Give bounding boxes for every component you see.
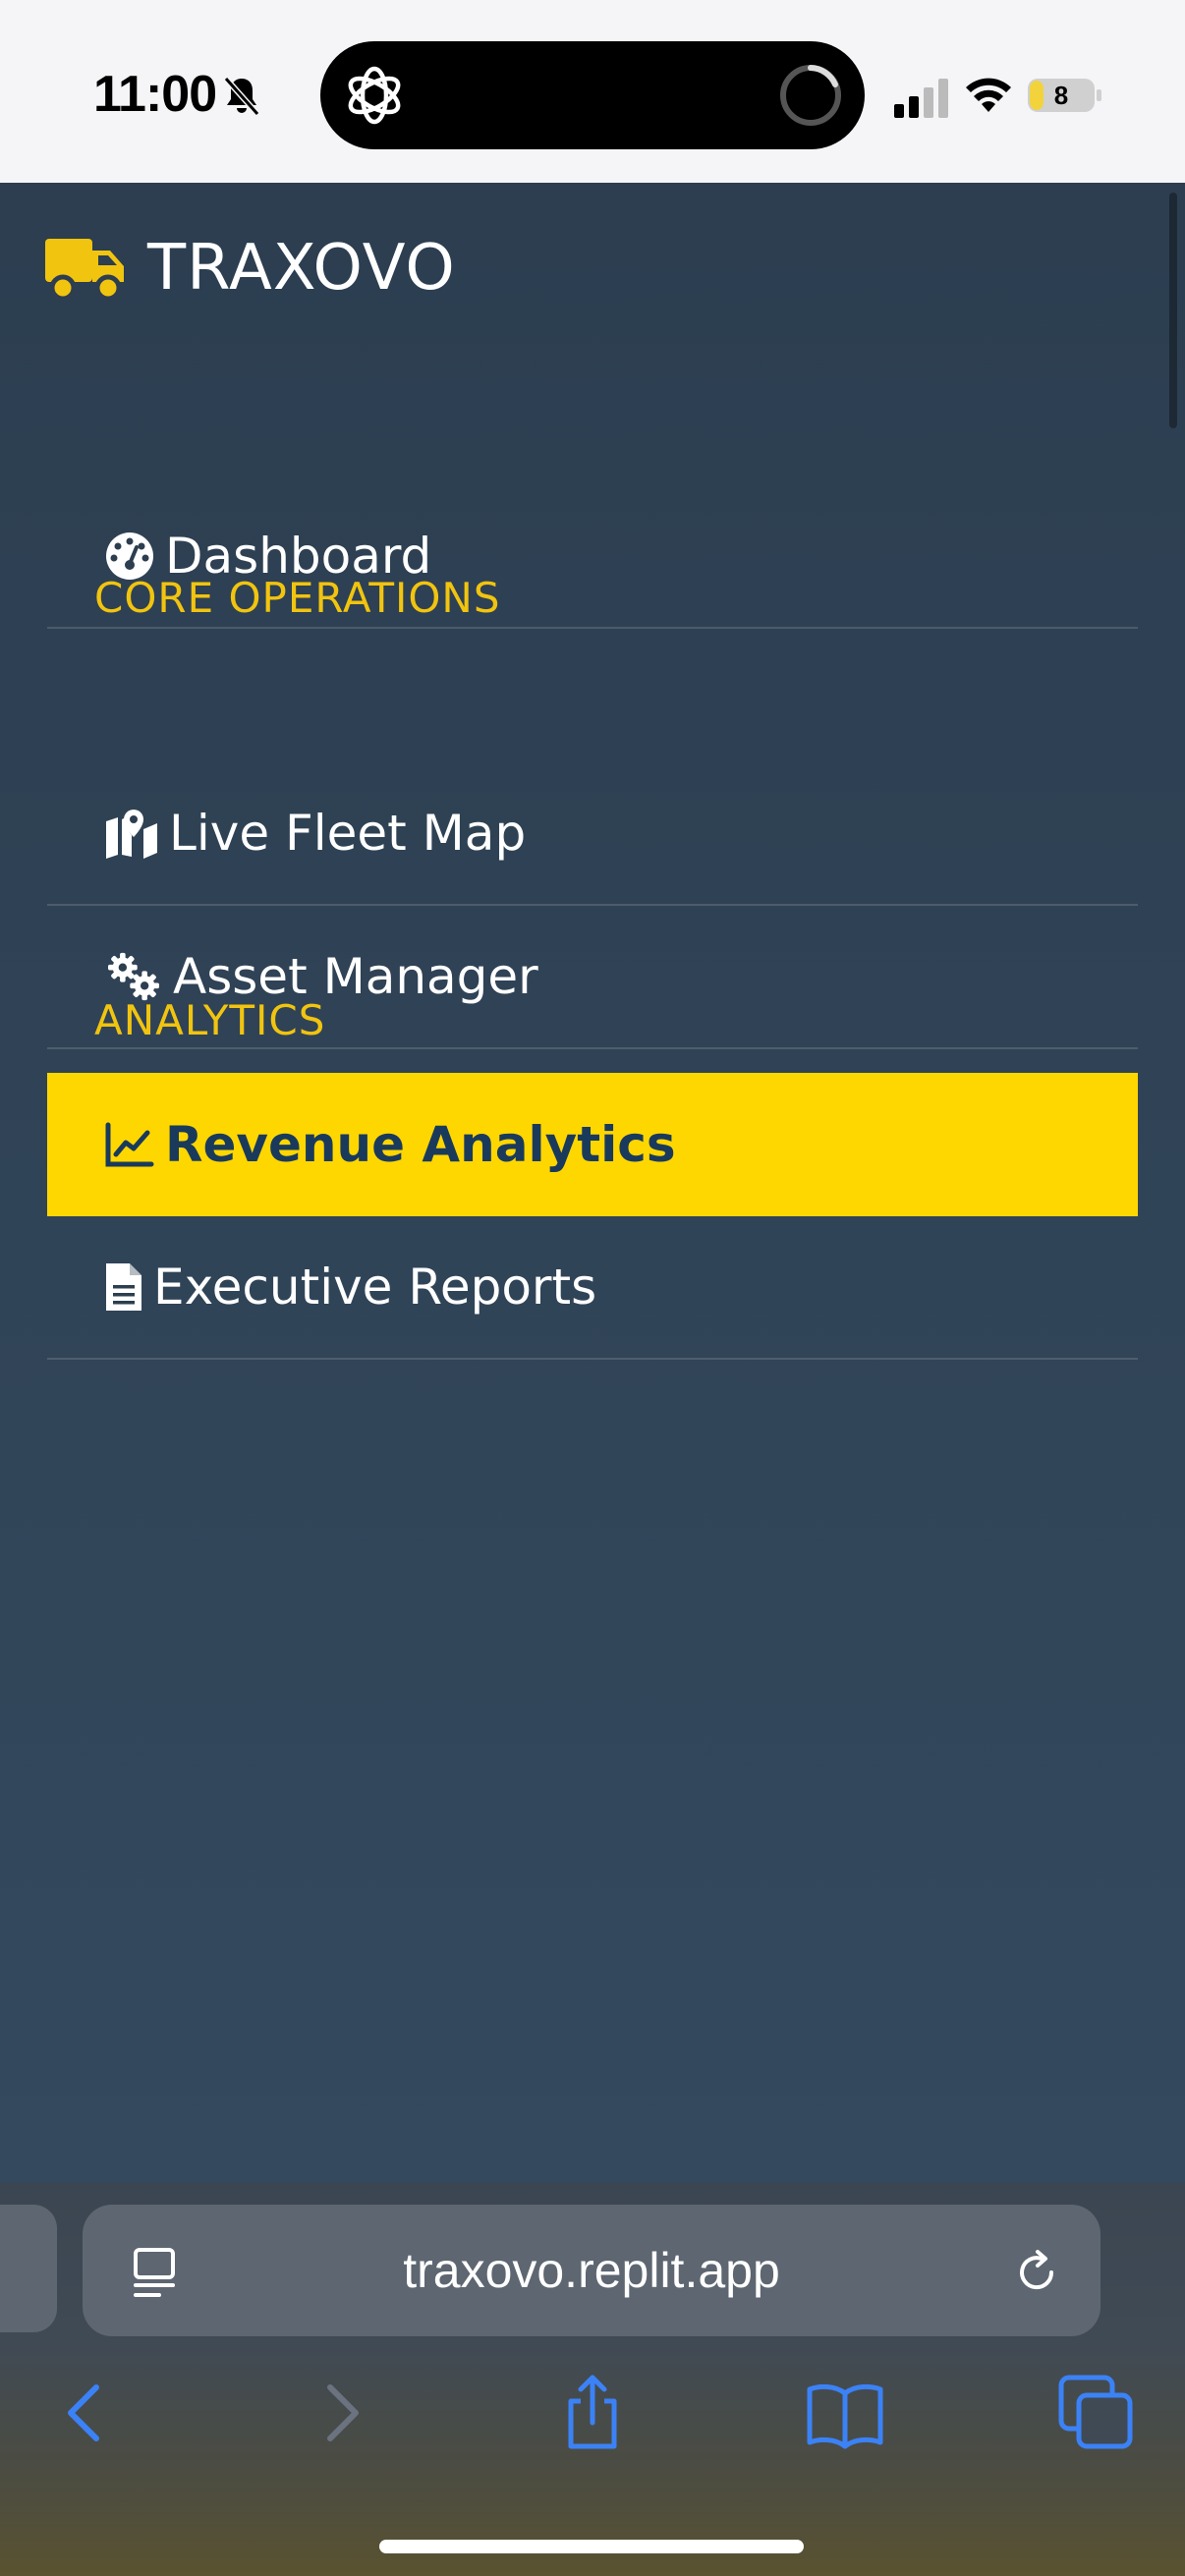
address-bar[interactable]: traxovo.replit.app [83, 2205, 1100, 2336]
url-text[interactable]: traxovo.replit.app [83, 2205, 1100, 2336]
wifi-icon [966, 78, 1011, 112]
tabs-icon[interactable] [1057, 2374, 1136, 2452]
cellular-signal-icon [894, 79, 948, 118]
previous-tab-preview[interactable] [0, 2205, 57, 2332]
section-core-operations: CORE OPERATIONS [94, 574, 501, 622]
sidebar-item-label: Live Fleet Map [169, 805, 527, 862]
section-analytics: ANALYTICS [94, 996, 326, 1044]
back-icon[interactable] [45, 2374, 124, 2452]
bookmarks-icon[interactable] [806, 2374, 884, 2452]
status-bar: 11:00 8 [0, 0, 1185, 183]
truck-icon [45, 239, 124, 302]
forward-icon[interactable] [303, 2374, 381, 2452]
battery-icon: 8 [1028, 77, 1102, 114]
sidebar-item-executive-reports[interactable]: Executive Reports [47, 1216, 1138, 1360]
brand-name: TRAXOVO [147, 232, 456, 305]
home-indicator[interactable] [379, 2540, 804, 2553]
sidebar-item-live-fleet-map[interactable]: Live Fleet Map [47, 762, 1138, 906]
cogs-icon [108, 952, 159, 1001]
scrollbar[interactable] [1169, 193, 1177, 428]
sidebar-nav: TRAXOVO Dashboard CORE OPERATIONS Live F… [0, 183, 1185, 2183]
bell-slash-icon [223, 77, 260, 116]
share-icon[interactable] [553, 2374, 632, 2452]
battery-level: 8 [1054, 81, 1068, 110]
file-text-icon [106, 1263, 141, 1311]
sidebar-item-label: Executive Reports [153, 1259, 597, 1316]
dynamic-island [320, 41, 865, 149]
loading-spinner-icon [780, 65, 841, 126]
chart-line-icon [105, 1122, 154, 1167]
browser-toolbar: traxovo.replit.app [0, 2183, 1185, 2576]
reload-icon[interactable] [1012, 2248, 1061, 2297]
map-icon [106, 810, 157, 859]
brand[interactable]: TRAXOVO [45, 224, 456, 312]
sidebar-item-revenue-analytics[interactable]: Revenue Analytics [47, 1073, 1138, 1216]
sidebar-item-label: Revenue Analytics [165, 1116, 676, 1173]
status-time: 11:00 [93, 66, 217, 123]
chatgpt-logo-icon [348, 66, 401, 125]
